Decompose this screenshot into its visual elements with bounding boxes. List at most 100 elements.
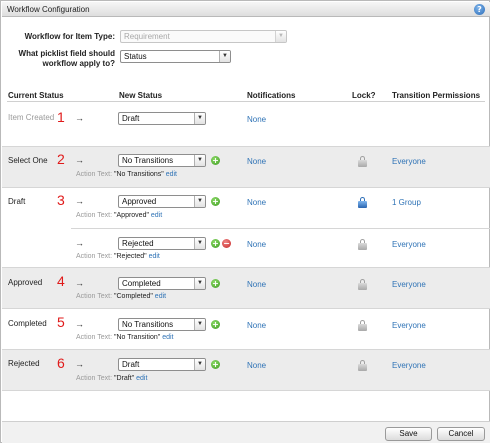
new-status-select[interactable]: Rejected ▼: [118, 237, 206, 250]
step-number: 6: [57, 355, 65, 371]
permissions-link[interactable]: 1 Group: [392, 198, 421, 207]
cancel-button[interactable]: Cancel: [437, 427, 485, 441]
step-number: 3: [57, 192, 65, 208]
add-transition-icon[interactable]: +: [211, 279, 220, 288]
header-divider: [7, 101, 485, 102]
new-status-select[interactable]: Approved ▼: [118, 195, 206, 208]
notifications-link[interactable]: None: [247, 321, 266, 330]
chevron-down-icon: ▼: [194, 359, 205, 370]
item-type-value: Requirement: [124, 32, 170, 41]
window-title: Workflow Configuration: [7, 5, 90, 14]
notifications-link[interactable]: None: [247, 157, 266, 166]
dialog-footer: Save Cancel: [2, 421, 490, 443]
new-status-select[interactable]: No Transitions ▼: [118, 154, 206, 167]
action-text-value: "No Transition": [114, 334, 161, 341]
current-status: Rejected: [8, 359, 40, 368]
notifications-link[interactable]: None: [247, 361, 266, 370]
edit-link[interactable]: edit: [136, 375, 147, 382]
new-status-select[interactable]: Completed ▼: [118, 277, 206, 290]
row-divider: [2, 187, 490, 188]
chevron-down-icon: ▼: [194, 155, 205, 166]
chevron-down-icon: ▼: [194, 113, 205, 124]
table-row: [2, 350, 490, 390]
step-number: 2: [57, 151, 65, 167]
current-status: Approved: [8, 278, 43, 287]
action-text-label: Action Text:: [76, 253, 113, 260]
add-transition-icon[interactable]: +: [211, 360, 220, 369]
header-lock: Lock?: [352, 91, 376, 100]
action-text-label: Action Text:: [76, 334, 113, 341]
new-status-value: Rejected: [122, 239, 154, 248]
notifications-link[interactable]: None: [247, 198, 266, 207]
lock-icon[interactable]: [358, 320, 367, 331]
item-type-label: Workflow for Item Type:: [24, 32, 115, 41]
header-current-status: Current Status: [8, 91, 64, 100]
action-text-value: "Rejected": [114, 253, 147, 260]
action-text: Action Text: "Completed" edit: [76, 293, 166, 300]
action-text: Action Text: "No Transition" edit: [76, 334, 173, 341]
lock-icon[interactable]: [358, 279, 367, 290]
row-divider: [71, 228, 490, 229]
edit-link[interactable]: edit: [155, 293, 166, 300]
action-text-value: "Approved": [114, 212, 149, 219]
permissions-link[interactable]: Everyone: [392, 280, 426, 289]
action-text-value: "No Transitions": [114, 171, 164, 178]
add-transition-icon[interactable]: +: [211, 320, 220, 329]
edit-link[interactable]: edit: [151, 212, 162, 219]
header-new-status: New Status: [119, 91, 163, 100]
current-status: Item Created: [8, 113, 55, 122]
transition-arrow: →: [75, 359, 84, 369]
permissions-link[interactable]: Everyone: [392, 321, 426, 330]
chevron-down-icon: ▼: [275, 31, 286, 42]
title-bar: Workflow Configuration ?: [2, 2, 490, 17]
picklist-field-select[interactable]: Status ▼: [120, 50, 231, 63]
transition-arrow: →: [75, 238, 84, 248]
add-transition-icon[interactable]: +: [211, 197, 220, 206]
chevron-down-icon: ▼: [194, 196, 205, 207]
header-transition-permissions: Transition Permissions: [392, 91, 481, 100]
lock-icon[interactable]: [358, 156, 367, 167]
new-status-select[interactable]: Draft ▼: [118, 358, 206, 371]
picklist-label-line2: workflow apply to?: [42, 59, 115, 68]
permissions-link[interactable]: Everyone: [392, 240, 426, 249]
current-status: Select One: [8, 156, 48, 165]
edit-link[interactable]: edit: [162, 334, 173, 341]
action-text-label: Action Text:: [76, 375, 113, 382]
notifications-link[interactable]: None: [247, 115, 266, 124]
current-status: Completed: [8, 319, 47, 328]
row-divider: [2, 308, 490, 309]
edit-link[interactable]: edit: [149, 253, 160, 260]
step-number: 4: [57, 273, 65, 289]
notifications-link[interactable]: None: [247, 280, 266, 289]
action-text-label: Action Text:: [76, 171, 113, 178]
permissions-link[interactable]: Everyone: [392, 157, 426, 166]
new-status-value: Draft: [122, 360, 140, 369]
help-icon[interactable]: ?: [474, 4, 485, 15]
new-status-value: Draft: [122, 114, 140, 123]
chevron-down-icon: ▼: [194, 238, 205, 249]
header-notifications: Notifications: [247, 91, 296, 100]
step-number: 1: [57, 109, 65, 125]
lock-icon[interactable]: [358, 360, 367, 371]
lock-icon[interactable]: [358, 239, 367, 250]
save-button[interactable]: Save: [385, 427, 432, 441]
new-status-select[interactable]: Draft ▼: [118, 112, 206, 125]
add-transition-icon[interactable]: +: [211, 156, 220, 165]
transition-arrow: →: [75, 278, 84, 288]
add-transition-icon[interactable]: +: [211, 239, 220, 248]
current-status: Draft: [8, 197, 26, 206]
edit-link[interactable]: edit: [166, 171, 177, 178]
permissions-link[interactable]: Everyone: [392, 361, 426, 370]
action-text-value: "Completed": [114, 293, 153, 300]
chevron-down-icon: ▼: [194, 278, 205, 289]
transition-arrow: →: [75, 113, 84, 123]
remove-transition-icon[interactable]: −: [222, 239, 231, 248]
new-status-select[interactable]: No Transitions ▼: [118, 318, 206, 331]
action-text: Action Text: "No Transitions" edit: [76, 171, 177, 178]
new-status-value: Completed: [122, 279, 161, 288]
chevron-down-icon: ▼: [194, 319, 205, 330]
action-text: Action Text: "Approved" edit: [76, 212, 162, 219]
lock-icon[interactable]: [358, 197, 367, 208]
notifications-link[interactable]: None: [247, 240, 266, 249]
item-type-select: Requirement ▼: [120, 30, 287, 43]
